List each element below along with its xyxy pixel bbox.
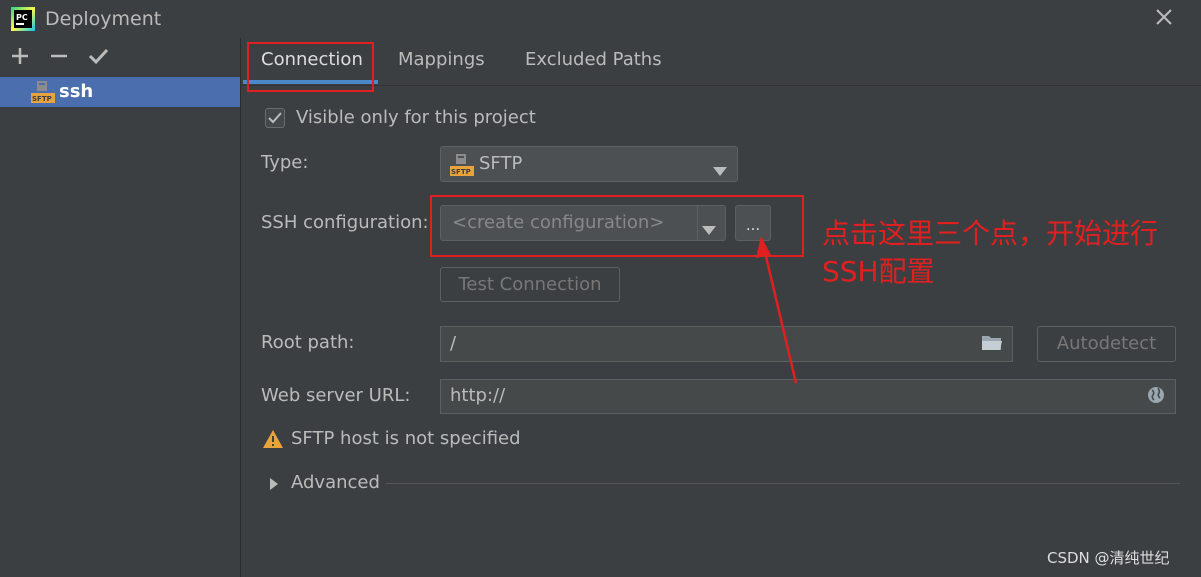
visible-only-label: Visible only for this project [296,107,536,128]
annotation-text: 点击这里三个点，开始进行 SSH配置 [822,215,1192,291]
window-title: Deployment [45,8,162,30]
sftp-host-warning: SFTP host is not specified [291,428,521,449]
close-icon[interactable] [1153,6,1175,28]
title-bar [0,0,1201,38]
test-connection-button[interactable]: Test Connection [440,267,620,302]
root-path-input[interactable] [440,326,1013,362]
warning-icon [262,429,284,449]
add-icon[interactable] [9,45,31,67]
check-icon[interactable] [87,45,109,67]
sftp-server-icon: SFTP [31,80,55,104]
root-path-label: Root path: [261,332,355,353]
tab-mappings[interactable]: Mappings [398,46,485,84]
type-label: Type: [261,152,309,173]
server-list-panel [0,38,241,577]
web-server-url-label: Web server URL: [261,385,411,406]
chevron-down-icon [713,160,727,176]
annotation-arrow [750,228,810,388]
svg-text:SFTP: SFTP [451,168,471,176]
chevron-right-icon[interactable] [269,475,279,490]
tabs-divider [242,85,1201,86]
sidebar-item-label: ssh [59,81,94,102]
annotation-box-connection-tab [247,42,374,92]
remove-icon[interactable] [48,45,70,67]
advanced-separator [386,483,1180,484]
advanced-section-toggle[interactable]: Advanced [291,471,380,495]
annotation-line-2: SSH配置 [822,255,935,288]
svg-text:SFTP: SFTP [32,95,52,103]
tab-excluded-paths[interactable]: Excluded Paths [525,46,662,84]
autodetect-button[interactable]: Autodetect [1037,326,1176,362]
type-value: SFTP [479,153,523,174]
folder-icon[interactable] [981,334,1003,352]
svg-text:PC: PC [16,13,28,22]
pycharm-logo-icon: PC [11,7,35,31]
annotation-box-ssh-configuration [430,195,804,257]
annotation-line-1: 点击这里三个点，开始进行 [822,217,1159,250]
sftp-icon: SFTP [450,153,474,177]
visible-only-checkbox[interactable] [265,108,285,128]
globe-icon[interactable] [1147,386,1165,404]
watermark: CSDN @清纯世纪 [1047,549,1170,567]
root-path-value: / [450,333,457,354]
web-server-url-value: http:// [450,385,506,406]
ssh-configuration-label: SSH configuration: [261,212,429,233]
